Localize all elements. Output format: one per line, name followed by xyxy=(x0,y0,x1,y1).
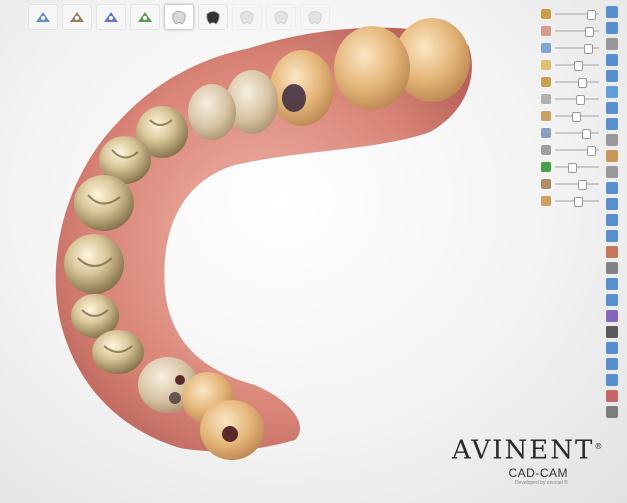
bar-visibility-slider[interactable] xyxy=(541,144,601,156)
screw-visibility-slider[interactable] xyxy=(541,195,601,207)
avinent-logo: AVINENT® CAD-CAM Developed by exocad ® xyxy=(452,432,602,490)
slider-knob[interactable] xyxy=(568,163,578,173)
scan-visibility-icon xyxy=(541,128,551,138)
tooth-outline-2-button[interactable] xyxy=(266,4,296,30)
antagonist-visibility-icon xyxy=(541,43,551,53)
settings-icon[interactable] xyxy=(606,390,618,402)
attachment-visibility-slider[interactable] xyxy=(541,178,601,190)
dark-tooth-button[interactable] xyxy=(198,4,228,30)
visibility-sliders-panel xyxy=(541,8,601,212)
slider-knob[interactable] xyxy=(587,146,597,156)
undo-icon[interactable] xyxy=(606,342,618,354)
view-back-icon[interactable] xyxy=(606,86,618,98)
view-left-icon[interactable] xyxy=(606,102,618,114)
slider-knob[interactable] xyxy=(577,78,587,88)
logo-subtitle: CAD-CAM xyxy=(508,465,568,480)
camera-icon[interactable] xyxy=(606,54,618,66)
tooth-shape-icon xyxy=(308,11,322,25)
bar-visibility-icon xyxy=(541,145,551,155)
model-visibility-slider[interactable] xyxy=(541,93,601,105)
slider-knob[interactable] xyxy=(583,44,593,54)
link-icon[interactable] xyxy=(606,38,618,50)
slider-knob[interactable] xyxy=(575,95,585,105)
view-bottom-icon[interactable] xyxy=(606,150,618,162)
light-icon[interactable] xyxy=(606,278,618,290)
gum-visibility-icon xyxy=(541,162,551,172)
abutment-visibility-icon xyxy=(541,77,551,87)
info-icon[interactable] xyxy=(606,374,618,386)
gingiva-visibility-slider[interactable] xyxy=(541,25,601,37)
view-top-icon[interactable] xyxy=(606,134,618,146)
attachment-visibility-icon xyxy=(541,179,551,189)
gum-visibility-slider[interactable] xyxy=(541,161,601,173)
logo-brand: AVINENT® xyxy=(452,435,605,466)
crown-view-icon xyxy=(172,11,186,25)
teeth-visibility-slider[interactable] xyxy=(541,59,601,71)
slider-knob[interactable] xyxy=(572,112,582,122)
jaw-visibility-icon xyxy=(541,9,551,19)
section-icon[interactable] xyxy=(606,214,618,226)
slider-knob[interactable] xyxy=(574,197,583,207)
scan-edit-icon xyxy=(36,12,50,22)
dental-model-viewport[interactable] xyxy=(0,0,627,503)
collapse-icon[interactable] xyxy=(606,326,618,338)
redo-icon[interactable] xyxy=(606,358,618,370)
screenshot-icon[interactable] xyxy=(606,406,618,418)
tooth-outline-2-icon xyxy=(274,11,288,25)
teeth-visibility-icon xyxy=(541,60,551,70)
margin-tool-icon xyxy=(70,12,84,22)
gingiva-visibility-icon xyxy=(541,26,551,36)
rotate-icon[interactable] xyxy=(606,166,618,178)
implant-visibility-icon xyxy=(541,111,551,121)
top-toolbar xyxy=(28,4,330,30)
slider-knob[interactable] xyxy=(577,180,587,190)
zoom-icon[interactable] xyxy=(606,182,618,194)
slider-knob[interactable] xyxy=(581,129,591,139)
slider-track[interactable] xyxy=(555,132,599,134)
purple-icon[interactable] xyxy=(606,310,618,322)
antagonist-visibility-slider[interactable] xyxy=(541,42,601,54)
view-right-icon[interactable] xyxy=(606,118,618,130)
sphere-icon[interactable] xyxy=(606,246,618,258)
screw-visibility-icon xyxy=(541,196,551,206)
slider-knob[interactable] xyxy=(574,61,583,71)
sphere-2-icon[interactable] xyxy=(606,262,618,274)
abutment-tool-icon xyxy=(104,12,118,22)
tooth-outline-icon xyxy=(240,11,254,25)
tooth-outline-button[interactable] xyxy=(232,4,262,30)
logo-developer-note: Developed by exocad ® xyxy=(514,479,568,486)
abutment-tool-button[interactable] xyxy=(96,4,126,30)
jaw-visibility-slider[interactable] xyxy=(541,8,601,20)
view-front-icon[interactable] xyxy=(606,70,618,82)
display-icon[interactable] xyxy=(606,6,618,18)
palette-icon[interactable] xyxy=(606,294,618,306)
tooth-shape-button[interactable] xyxy=(300,4,330,30)
margin-tool-button[interactable] xyxy=(62,4,92,30)
implant-visibility-slider[interactable] xyxy=(541,110,601,122)
right-icon-strip xyxy=(605,6,619,418)
model-visibility-icon xyxy=(541,94,551,104)
dark-tooth-icon xyxy=(206,11,220,25)
scan-edit-button[interactable] xyxy=(28,4,58,30)
anatomy-tool-button[interactable] xyxy=(130,4,160,30)
measure-icon[interactable] xyxy=(606,198,618,210)
slider-knob[interactable] xyxy=(587,10,597,20)
slider-knob[interactable] xyxy=(585,27,595,37)
anatomy-tool-icon xyxy=(138,12,152,22)
crown-view-button[interactable] xyxy=(164,4,194,30)
scan-visibility-slider[interactable] xyxy=(541,127,601,139)
abutment-visibility-slider[interactable] xyxy=(541,76,601,88)
fullscreen-icon[interactable] xyxy=(606,22,618,34)
color-icon[interactable] xyxy=(606,230,618,242)
